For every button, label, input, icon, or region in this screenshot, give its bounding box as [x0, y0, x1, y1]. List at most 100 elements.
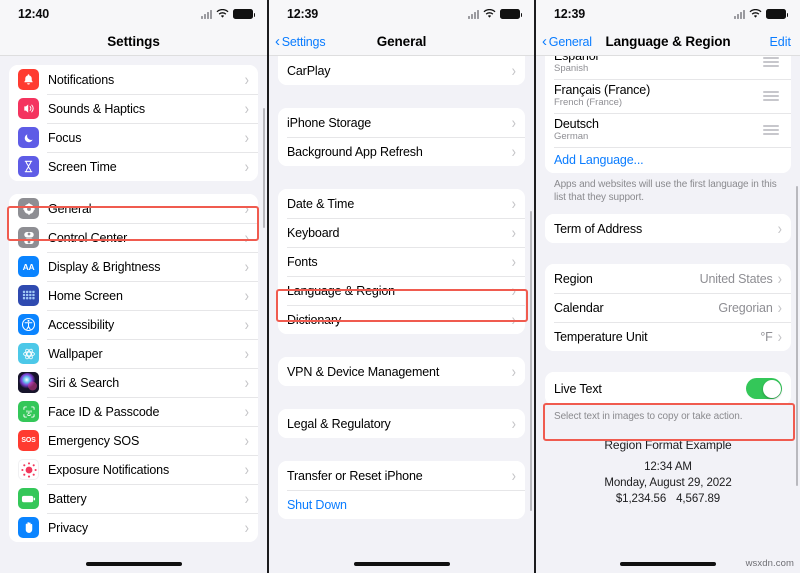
screenshot-stage: 12:40 Settings Notifications › Sounds & … — [0, 0, 800, 573]
language-region-scroll-body[interactable]: Español Spanish Français (France) French… — [536, 56, 800, 573]
scrollbar-indicator[interactable] — [262, 108, 265, 228]
live-text-toggle[interactable] — [746, 378, 782, 399]
scrollbar-indicator[interactable] — [795, 186, 798, 486]
row-label: Emergency SOS — [48, 433, 140, 448]
row-label: Transfer or Reset iPhone — [287, 468, 423, 483]
chevron-right-icon: › — [244, 228, 249, 247]
chevron-right-icon: › — [244, 99, 249, 118]
sidebar-item-privacy[interactable]: Privacy › — [9, 513, 258, 542]
language-row-german[interactable]: Deutsch German — [545, 113, 791, 147]
reorder-handle-icon[interactable] — [763, 57, 779, 67]
wifi-icon — [483, 9, 496, 19]
chevron-right-icon: › — [244, 344, 249, 363]
scrollbar-indicator[interactable] — [529, 211, 532, 511]
row-calendar[interactable]: Calendar Gregorian › — [545, 293, 791, 322]
row-label: Siri & Search — [48, 375, 119, 390]
row-label: VPN & Device Management — [287, 364, 440, 379]
row-dictionary[interactable]: Dictionary › — [278, 305, 525, 334]
sidebar-item-notifications[interactable]: Notifications › — [9, 65, 258, 94]
sidebar-item-exposure-notifications[interactable]: Exposure Notifications › — [9, 455, 258, 484]
add-language-button[interactable]: Add Language... — [545, 147, 791, 173]
settings-group-system: General › Control Center › AA Display & … — [9, 194, 258, 542]
focus-icon — [18, 127, 39, 148]
row-iphone-storage[interactable]: iPhone Storage › — [278, 108, 525, 137]
row-term-of-address[interactable]: Term of Address › — [545, 214, 791, 243]
row-language-region[interactable]: Language & Region › — [278, 276, 525, 305]
row-date-time[interactable]: Date & Time › — [278, 189, 525, 218]
language-row-french[interactable]: Français (France) French (France) — [545, 79, 791, 113]
sidebar-item-display-brightness[interactable]: AA Display & Brightness › — [9, 252, 258, 281]
screen-time-icon — [18, 156, 39, 177]
row-label: Face ID & Passcode — [48, 404, 160, 419]
chevron-right-icon: › — [511, 61, 516, 80]
languages-footnote: Apps and websites will use the first lan… — [554, 179, 777, 203]
general-group-storage: iPhone Storage › Background App Refresh … — [278, 108, 525, 166]
row-keyboard[interactable]: Keyboard › — [278, 218, 525, 247]
row-region[interactable]: Region United States › — [545, 264, 791, 293]
status-indicators — [468, 9, 522, 19]
language-name: Español — [554, 56, 599, 63]
format-example-date: Monday, August 29, 2022 — [604, 477, 732, 489]
cellular-signal-icon — [201, 9, 212, 19]
chevron-right-icon: › — [511, 310, 516, 329]
chevron-right-icon: › — [244, 431, 249, 450]
general-group-reset: Transfer or Reset iPhone › Shut Down — [278, 461, 525, 519]
back-button-label: Settings — [281, 34, 326, 49]
reorder-handle-icon[interactable] — [763, 125, 779, 135]
sidebar-item-battery[interactable]: Battery › — [9, 484, 258, 513]
chevron-right-icon: › — [511, 113, 516, 132]
sidebar-item-home-screen[interactable]: Home Screen › — [9, 281, 258, 310]
chevron-right-icon: › — [511, 252, 516, 271]
row-legal-regulatory[interactable]: Legal & Regulatory › — [278, 409, 525, 438]
home-indicator — [353, 562, 450, 566]
chevron-right-icon: › — [777, 269, 782, 288]
back-button-general[interactable]: ‹ General — [542, 34, 592, 49]
sidebar-item-accessibility[interactable]: Accessibility › — [9, 310, 258, 339]
term-of-address-group: Term of Address › — [545, 214, 791, 243]
sidebar-item-focus[interactable]: Focus › — [9, 123, 258, 152]
format-example-title: Region Format Example — [604, 438, 732, 452]
settings-scroll-body[interactable]: Notifications › Sounds & Haptics › Focus… — [0, 56, 267, 573]
nav-bar-settings: Settings — [0, 28, 267, 56]
edit-button[interactable]: Edit — [769, 35, 791, 49]
sidebar-item-wallpaper[interactable]: Wallpaper › — [9, 339, 258, 368]
settings-group-notifications: Notifications › Sounds & Haptics › Focus… — [9, 65, 258, 181]
row-value: °F — [760, 329, 773, 344]
row-fonts[interactable]: Fonts › — [278, 247, 525, 276]
row-carplay[interactable]: CarPlay › — [278, 56, 525, 85]
row-label: iPhone Storage — [287, 115, 372, 130]
language-row-spanish[interactable]: Español Spanish — [545, 56, 791, 79]
row-temperature-unit[interactable]: Temperature Unit °F › — [545, 322, 791, 351]
sidebar-item-general[interactable]: General › — [9, 194, 258, 223]
row-background-app-refresh[interactable]: Background App Refresh › — [278, 137, 525, 166]
chevron-right-icon: › — [244, 518, 249, 537]
sounds-haptics-icon — [18, 98, 39, 119]
toggle-knob — [762, 379, 781, 398]
row-label: Fonts — [287, 254, 318, 269]
general-scroll-body[interactable]: CarPlay › iPhone Storage › Background Ap… — [269, 56, 534, 573]
chevron-right-icon: › — [511, 414, 516, 433]
row-transfer-or-reset-iphone[interactable]: Transfer or Reset iPhone › — [278, 461, 525, 490]
sidebar-item-sounds-haptics[interactable]: Sounds & Haptics › — [9, 94, 258, 123]
row-label: Shut Down — [287, 497, 347, 512]
format-example-time: 12:34 AM — [644, 461, 692, 473]
nav-bar-language-region: ‹ General Language & Region Edit — [536, 28, 800, 56]
phone-panel-language-region: 12:39 ‹ General Language & Region Edit E… — [534, 0, 800, 573]
status-bar: 12:39 — [269, 0, 534, 28]
chevron-right-icon: › — [244, 128, 249, 147]
row-shut-down[interactable]: Shut Down — [278, 490, 525, 519]
general-group-carplay: CarPlay › — [278, 56, 525, 85]
sidebar-item-face-id-passcode[interactable]: Face ID & Passcode › — [9, 397, 258, 426]
sidebar-item-emergency-sos[interactable]: SOS Emergency SOS › — [9, 426, 258, 455]
row-label: Privacy — [48, 520, 88, 535]
chevron-right-icon: › — [777, 298, 782, 317]
sidebar-item-screen-time[interactable]: Screen Time › — [9, 152, 258, 181]
reorder-handle-icon[interactable] — [763, 91, 779, 101]
row-label: Notifications — [48, 72, 115, 87]
sidebar-item-siri-search[interactable]: Siri & Search › — [9, 368, 258, 397]
row-live-text[interactable]: Live Text — [545, 372, 791, 405]
back-button-settings[interactable]: ‹ Settings — [275, 34, 326, 49]
sidebar-item-control-center[interactable]: Control Center › — [9, 223, 258, 252]
row-vpn-device-management[interactable]: VPN & Device Management › — [278, 357, 525, 386]
row-label: General — [48, 201, 92, 216]
